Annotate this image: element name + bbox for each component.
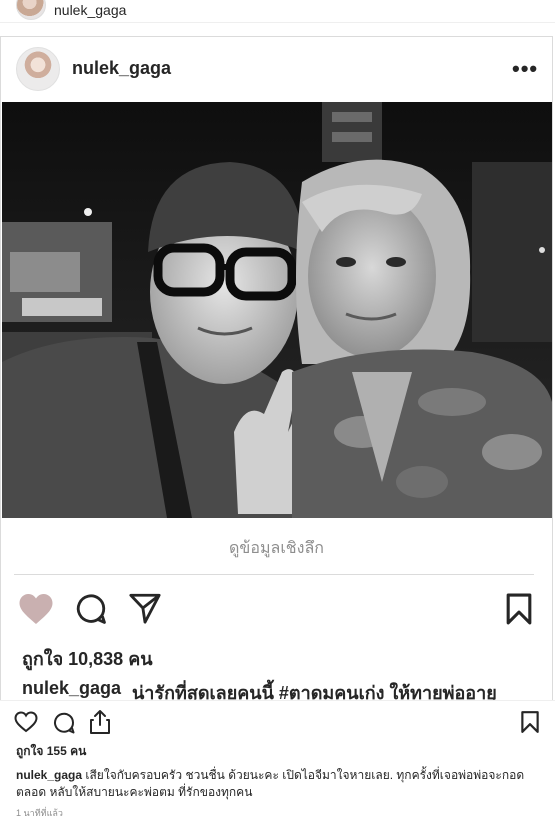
caption-username[interactable]: nulek_gaga xyxy=(22,678,121,699)
post-timestamp: 1 นาทีที่แล้ว xyxy=(16,808,63,818)
top-username[interactable]: nulek_gaga xyxy=(54,2,126,18)
comment-icon[interactable] xyxy=(74,592,108,631)
likes-count[interactable]: ถูกใจ 10,838 คน xyxy=(22,644,153,673)
share-icon[interactable] xyxy=(128,592,162,629)
more-options-icon[interactable]: ••• xyxy=(512,56,538,82)
bottom-caption-text: เสียใจกับครอบครัว ชวนชื่น ด้วยนะคะ เปิดไ… xyxy=(16,768,525,799)
bottom-like-heart-icon[interactable] xyxy=(14,711,38,738)
bottom-likes-count[interactable]: ถูกใจ 155 คน xyxy=(16,742,86,761)
like-heart-icon[interactable] xyxy=(18,592,54,631)
post-username[interactable]: nulek_gaga xyxy=(72,58,171,79)
view-insights-link[interactable]: ดูข้อมูลเชิงลึก xyxy=(0,536,553,561)
bottom-save-bookmark-icon[interactable] xyxy=(520,710,540,739)
bottom-panel xyxy=(0,700,555,827)
bottom-caption: nulek_gaga เสียใจกับครอบครัว ชวนชื่น ด้ว… xyxy=(16,767,546,801)
bottom-caption-username[interactable]: nulek_gaga xyxy=(16,768,82,782)
photo-image xyxy=(2,102,552,518)
divider xyxy=(14,574,534,575)
bottom-comment-icon[interactable] xyxy=(52,711,76,740)
post-photo[interactable] xyxy=(2,102,552,518)
save-bookmark-icon[interactable] xyxy=(504,592,534,631)
post-avatar[interactable] xyxy=(16,47,60,91)
bottom-upload-share-icon[interactable] xyxy=(88,709,112,740)
